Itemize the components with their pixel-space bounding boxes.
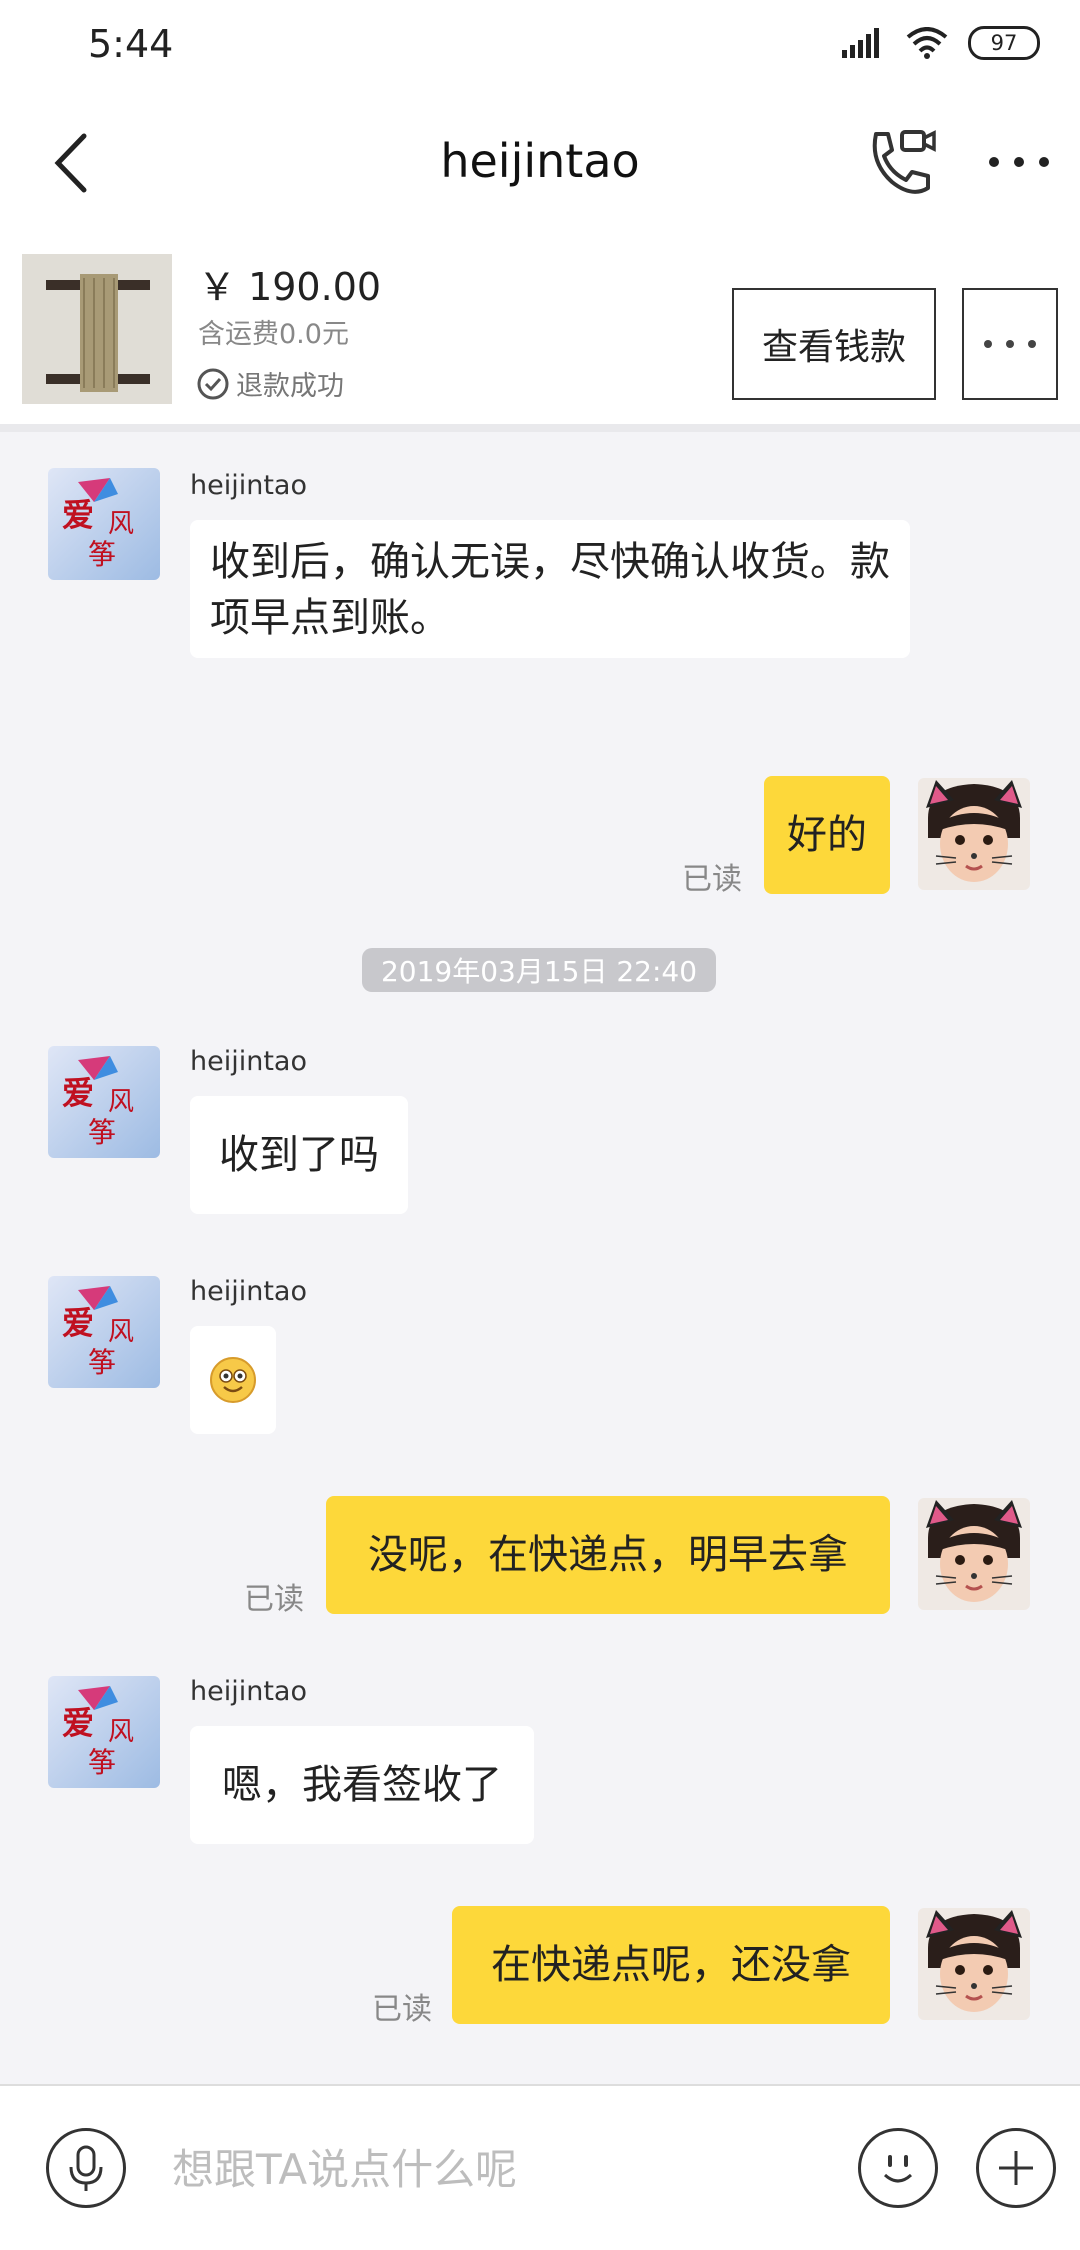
emoji-button[interactable] (858, 2128, 938, 2208)
message-list[interactable]: 爱风筝 heijintao 收到后，确认无误，尽快确认收货。款项早点到账。 已读… (0, 432, 1080, 2082)
message-input[interactable]: 想跟TA说点什么呢 (172, 2136, 517, 2197)
svg-text:爱: 爱 (62, 1304, 94, 1342)
message-bubble[interactable]: 收到后，确认无误，尽快确认收货。款项早点到账。 (190, 520, 910, 658)
status-time: 5:44 (88, 22, 174, 66)
sender-name: heijintao (190, 470, 307, 501)
svg-text:爱: 爱 (62, 1704, 94, 1742)
sender-name: heijintao (190, 1046, 307, 1077)
ellipsis-icon (984, 340, 1036, 348)
product-thumbnail[interactable] (22, 254, 172, 404)
svg-text:筝: 筝 (88, 538, 116, 571)
svg-text:爱: 爱 (62, 496, 94, 534)
svg-text:风: 风 (108, 1087, 134, 1117)
message-bubble[interactable]: 没呢，在快递点，明早去拿 (326, 1496, 890, 1614)
more-options-icon[interactable] (984, 142, 1054, 182)
avatar[interactable] (918, 1908, 1030, 2020)
svg-text:风: 风 (108, 1717, 134, 1747)
sender-name: heijintao (190, 1276, 307, 1307)
smiley-icon (883, 2155, 913, 2183)
avatar[interactable]: 爱风筝 (48, 1676, 160, 1788)
signal-icon (842, 28, 879, 58)
smile-emoji-icon (210, 1357, 256, 1403)
microphone-icon (69, 2145, 103, 2191)
status-icons: 97 (842, 26, 1040, 60)
timestamp: 2019年03月15日 22:40 (362, 948, 716, 992)
message-bubble[interactable]: 好的 (764, 776, 890, 894)
message-bubble[interactable]: 收到了吗 (190, 1096, 408, 1214)
refund-status: 退款成功 (196, 364, 344, 403)
read-receipt: 已读 (372, 1992, 432, 2027)
message-bubble[interactable] (190, 1326, 276, 1434)
avatar[interactable]: 爱风筝 (48, 468, 160, 580)
read-receipt: 已读 (244, 1582, 304, 1617)
avatar[interactable]: 爱风筝 (48, 1276, 160, 1388)
product-card: ￥ 190.00 含运费0.0元 退款成功 查看钱款 (0, 234, 1080, 432)
wifi-icon (906, 27, 948, 59)
plus-icon (999, 2151, 1033, 2185)
call-icon[interactable] (862, 126, 936, 200)
battery-indicator: 97 (968, 26, 1040, 60)
svg-text:风: 风 (108, 509, 134, 539)
status-bar: 5:44 97 (0, 0, 1080, 92)
product-price: ￥ 190.00 (198, 265, 382, 309)
chat-header: heijintao (0, 92, 1080, 234)
message-bubble[interactable]: 嗯，我看签收了 (190, 1726, 534, 1844)
svg-text:筝: 筝 (88, 1346, 116, 1379)
message-bubble[interactable]: 在快递点呢，还没拿 (452, 1906, 890, 2024)
input-bar: 想跟TA说点什么呢 (0, 2084, 1080, 2250)
svg-text:爱: 爱 (62, 1074, 94, 1112)
product-more-button[interactable] (962, 288, 1058, 400)
voice-button[interactable] (46, 2128, 126, 2208)
svg-text:筝: 筝 (88, 1116, 116, 1149)
refund-status-label: 退款成功 (236, 371, 344, 402)
avatar[interactable]: 爱风筝 (48, 1046, 160, 1158)
view-payment-button[interactable]: 查看钱款 (732, 288, 936, 400)
shipping-fee: 含运费0.0元 (198, 319, 349, 350)
avatar[interactable] (918, 778, 1030, 890)
check-circle-icon (197, 368, 229, 399)
more-actions-button[interactable] (976, 2128, 1056, 2208)
read-receipt: 已读 (682, 862, 742, 897)
sender-name: heijintao (190, 1676, 307, 1707)
svg-text:筝: 筝 (88, 1746, 116, 1779)
avatar[interactable] (918, 1498, 1030, 1610)
svg-text:风: 风 (108, 1317, 134, 1347)
